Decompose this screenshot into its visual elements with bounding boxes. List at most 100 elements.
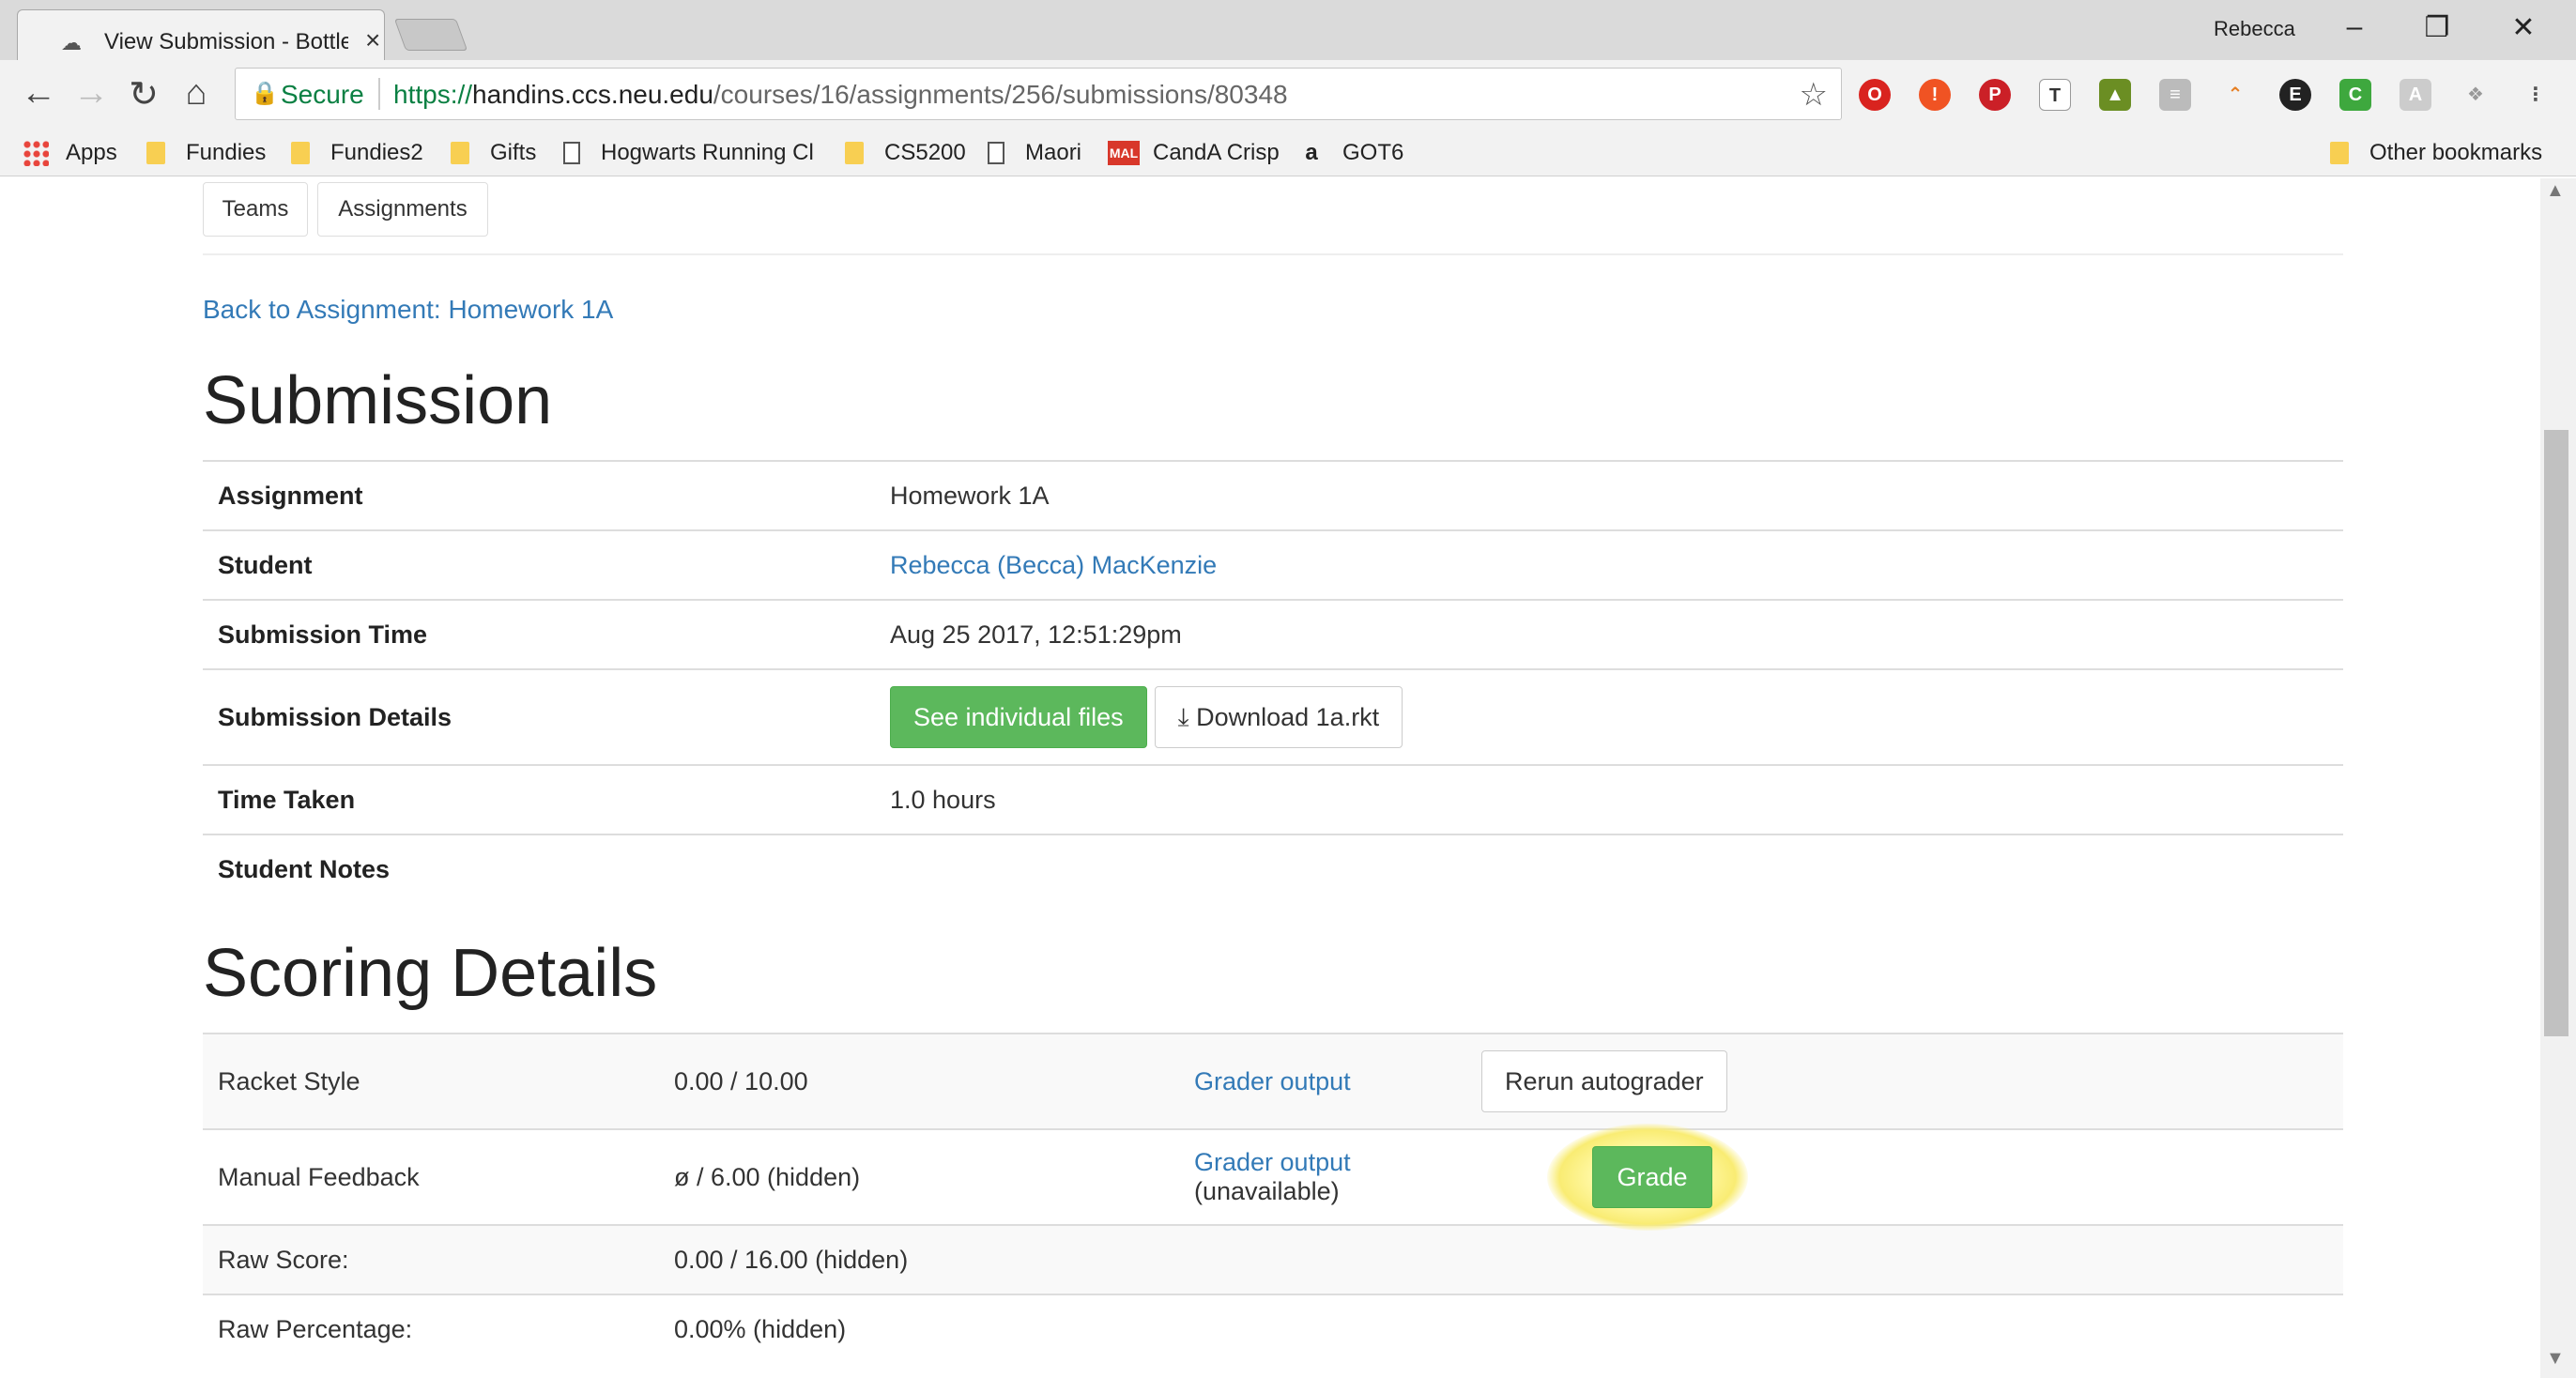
back-arrow-icon[interactable]: ← [15, 73, 62, 114]
grade-button[interactable]: Grade [1592, 1146, 1712, 1208]
browser-tab[interactable]: ☁ View Submission - Bottle × [17, 9, 385, 60]
opera-extension-icon[interactable]: O [1859, 79, 1891, 111]
bookmark-fundies2[interactable]: Fundies2 [291, 131, 423, 175]
page-icon [563, 142, 580, 164]
score-name: Raw Score: [203, 1224, 659, 1294]
submission-time-value: Aug 25 2017, 12:51:29pm [890, 599, 2343, 669]
bookmark-hogwarts[interactable]: Hogwarts Running Cl [563, 131, 814, 175]
address-bar[interactable]: 🔒 Secure https://handins.ccs.neu.edu/cou… [235, 68, 1842, 120]
bookmark-got6[interactable]: a GOT6 [1299, 131, 1403, 175]
score-name: Racket Style [203, 1033, 659, 1129]
bookmark-other[interactable]: Other bookmarks [2330, 131, 2542, 175]
profile-name[interactable]: Rebecca [2214, 17, 2295, 41]
row-label: Time Taken [203, 764, 890, 834]
score-value: 0.00 / 10.00 [659, 1033, 1179, 1129]
browser-titlebar: ☁ View Submission - Bottle × Rebecca – ❐… [0, 0, 2576, 60]
folder-icon [2330, 142, 2349, 164]
row-label: Student [203, 529, 890, 600]
scoring-table: Racket Style 0.00 / 10.00 Grader output … [203, 1033, 2343, 1364]
table-row: Submission Time Aug 25 2017, 12:51:29pm [203, 599, 2343, 669]
bookmark-cs5200[interactable]: CS5200 [845, 131, 966, 175]
menu-kebab-icon[interactable]: ⋮ [2520, 79, 2552, 111]
score-value: 0.00 / 16.00 (hidden) [659, 1224, 2343, 1294]
scoring-heading: Scoring Details [203, 936, 658, 1011]
download-button[interactable]: ⤓ Download 1a.rkt [1154, 686, 1403, 748]
mal-icon: MAL [1108, 141, 1140, 165]
lock-icon: 🔒 [251, 81, 279, 106]
scroll-thumb[interactable] [2544, 430, 2568, 1036]
text-extension-icon[interactable]: T [2039, 79, 2071, 111]
see-individual-files-button[interactable]: See individual files [890, 686, 1147, 748]
score-value: 0.00% (hidden) [659, 1294, 2343, 1364]
score-name: Manual Feedback [203, 1128, 659, 1225]
browser-toolbar: ← → ↻ ⌂ 🔒 Secure https://handins.ccs.neu… [0, 60, 2576, 131]
bookmark-apps[interactable]: Apps [23, 131, 117, 175]
row-label: Assignment [203, 460, 890, 530]
bookmark-maori[interactable]: Maori [988, 131, 1081, 175]
css-extension-icon[interactable]: ≡ [2159, 79, 2191, 111]
pinterest-extension-icon[interactable]: P [1979, 79, 2011, 111]
alert-extension-icon[interactable]: ! [1919, 79, 1951, 111]
page-icon [988, 142, 1004, 164]
back-to-assignment-link[interactable]: Back to Assignment: Homework 1A [203, 295, 613, 325]
table-row: Assignment Homework 1A [203, 460, 2343, 530]
row-label: Student Notes [203, 834, 890, 904]
amazon-icon: a [1305, 140, 1318, 165]
nav-teams[interactable]: Teams [203, 182, 308, 237]
folder-icon [451, 142, 469, 164]
bookmark-gifts[interactable]: Gifts [451, 131, 536, 175]
home-icon[interactable]: ⌂ [173, 73, 220, 114]
bookmarks-bar: Apps Fundies Fundies2 Gifts Hogwarts Run… [0, 131, 2576, 176]
download-icon: ⤓ [1177, 703, 1197, 731]
folder-icon [845, 142, 864, 164]
cors-extension-icon[interactable]: C [2339, 79, 2371, 111]
student-notes-value [890, 834, 2343, 904]
folder-icon [146, 142, 165, 164]
secure-label: Secure [281, 80, 364, 109]
time-taken-value: 1.0 hours [890, 764, 2343, 834]
score-name: Raw Percentage: [203, 1294, 659, 1364]
bookmark-star-icon[interactable]: ☆ [1800, 76, 1828, 114]
url-text[interactable]: https://handins.ccs.neu.edu/courses/16/a… [393, 80, 1288, 110]
minimize-icon[interactable]: – [2326, 11, 2383, 43]
folder-icon [291, 142, 310, 164]
pdf-extension-icon[interactable]: A [2400, 79, 2431, 111]
window-close-icon[interactable]: ✕ [2495, 11, 2552, 44]
grader-output-link[interactable]: Grader output [1194, 1148, 1351, 1176]
score-value: ø / 6.00 (hidden) [659, 1128, 1179, 1225]
chart-extension-icon[interactable]: ⌃ [2219, 79, 2251, 111]
student-link[interactable]: Rebecca (Becca) MacKenzie [890, 551, 1217, 579]
grade-highlight: Grade [1547, 1124, 1748, 1231]
table-row: Submission Details See individual files ⤓… [203, 668, 2343, 765]
dropbox-extension-icon[interactable]: ❖ [2460, 79, 2492, 111]
apps-grid-icon [23, 140, 49, 166]
table-row: Student Rebecca (Becca) MacKenzie [203, 529, 2343, 600]
row-label: Submission Details [203, 668, 890, 765]
forward-arrow-icon[interactable]: → [68, 73, 115, 114]
unavailable-note: (unavailable) [1194, 1177, 1340, 1205]
scroll-up-icon[interactable]: ▲ [2546, 180, 2565, 202]
close-icon[interactable]: × [365, 25, 380, 55]
table-row: Racket Style 0.00 / 10.00 Grader output … [203, 1033, 2343, 1129]
table-row: Student Notes [203, 834, 2343, 904]
bookmark-fundies[interactable]: Fundies [146, 131, 266, 175]
rerun-autograder-button[interactable]: Rerun autograder [1481, 1050, 1727, 1112]
bookmark-canda-crisp[interactable]: MAL CandA Crisp [1108, 131, 1280, 175]
bottle-favicon-icon: ☁ [61, 31, 82, 54]
grader-output-link[interactable]: Grader output [1194, 1067, 1351, 1095]
divider [203, 253, 2343, 255]
nav-assignments[interactable]: Assignments [317, 182, 488, 237]
assignment-value: Homework 1A [890, 460, 2343, 530]
evernote-extension-icon[interactable]: E [2279, 79, 2311, 111]
submission-table: Assignment Homework 1A Student Rebecca (… [203, 460, 2343, 904]
submission-heading: Submission [203, 363, 553, 438]
new-tab-button[interactable] [393, 19, 468, 51]
table-row: Raw Percentage: 0.00% (hidden) [203, 1294, 2343, 1364]
tab-title: View Submission - Bottle [104, 29, 348, 54]
reload-icon[interactable]: ↻ [120, 73, 167, 115]
scroll-down-icon[interactable]: ▼ [2546, 1348, 2565, 1370]
table-row: Manual Feedback ø / 6.00 (hidden) Grader… [203, 1124, 2343, 1231]
plant-extension-icon[interactable]: ▲ [2099, 79, 2131, 111]
table-row: Raw Score: 0.00 / 16.00 (hidden) [203, 1224, 2343, 1294]
restore-icon[interactable]: ❐ [2409, 11, 2465, 44]
